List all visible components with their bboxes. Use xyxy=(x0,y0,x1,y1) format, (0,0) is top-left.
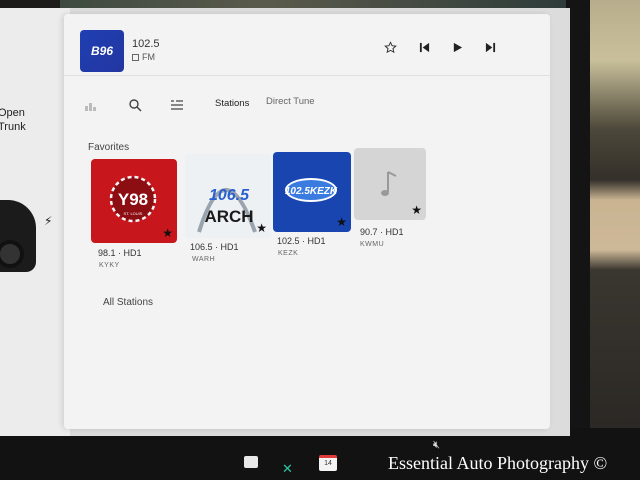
favorite-star-button[interactable] xyxy=(382,40,398,54)
favorite-star-icon[interactable]: ★ xyxy=(411,203,422,217)
watermark: Essential Auto Photography © xyxy=(388,453,608,473)
radio-source-icon xyxy=(132,53,139,61)
open-label: Open xyxy=(0,107,25,119)
play-button[interactable] xyxy=(449,40,465,54)
charge-icon[interactable]: ⚡ xyxy=(44,214,52,228)
trunk-label: Trunk xyxy=(0,121,26,133)
touchscreen: Open Trunk ⚡ B96 102.5 FM Stations Direc… xyxy=(0,8,570,436)
station-frequency: 102.5 · HD1 xyxy=(277,236,326,246)
source-bars-icon[interactable] xyxy=(84,98,100,114)
station-frequency: 90.7 · HD1 xyxy=(360,227,404,237)
star-outline-icon xyxy=(383,40,397,53)
svg-text:ARCH: ARCH xyxy=(204,207,253,226)
band-label: FM xyxy=(142,52,155,62)
favorite-star-icon[interactable]: ★ xyxy=(256,221,267,235)
station-call-sign: WARH xyxy=(192,256,216,263)
station-call-sign: KYKY xyxy=(99,262,120,269)
svg-text:Y98: Y98 xyxy=(118,190,148,209)
skip-previous-icon xyxy=(419,42,429,52)
station-call-sign: KEZK xyxy=(278,250,299,257)
favorite-station-tile[interactable]: ★ xyxy=(354,148,426,220)
favorite-star-icon[interactable]: ★ xyxy=(336,215,347,229)
svg-text:ST. LOUIS: ST. LOUIS xyxy=(124,211,143,216)
queue-list-icon[interactable] xyxy=(170,98,186,114)
now-playing-header: B96 102.5 FM xyxy=(64,14,550,76)
app-icon[interactable] xyxy=(244,456,258,468)
open-trunk-button[interactable]: Open Trunk xyxy=(0,106,26,134)
favorite-star-icon[interactable]: ★ xyxy=(162,226,173,240)
previous-button[interactable] xyxy=(416,40,432,54)
now-playing-logo: B96 xyxy=(80,30,124,72)
mute-icon[interactable]: 🔇︎ xyxy=(433,439,440,452)
tidal-icon[interactable]: ✕ xyxy=(282,461,293,477)
station-frequency: 98.1 · HD1 xyxy=(98,248,142,258)
favorite-station-tile[interactable]: 102.5KEZK ★ xyxy=(273,152,351,232)
play-icon xyxy=(453,42,462,52)
station-call-sign: KWMU xyxy=(360,241,385,248)
tab-stations[interactable]: Stations xyxy=(215,98,249,109)
radio-toolbar: Stations Direct Tune xyxy=(64,94,550,122)
favorite-station-tile[interactable]: 106.5 ARCH ★ xyxy=(185,154,271,238)
now-playing-band: FM xyxy=(132,52,155,62)
media-player-card: B96 102.5 FM Stations Direct Tune Favori… xyxy=(64,14,550,429)
favorites-heading: Favorites xyxy=(88,142,130,153)
skip-next-icon xyxy=(485,42,495,52)
search-icon[interactable] xyxy=(128,98,144,114)
favorite-station-tile[interactable]: Y98 ST. LOUIS ★ xyxy=(91,159,177,243)
next-button[interactable] xyxy=(482,40,498,54)
calendar-icon[interactable]: 14 xyxy=(319,455,337,471)
svg-text:102.5KEZK: 102.5KEZK xyxy=(285,186,338,197)
all-stations-heading: All Stations xyxy=(103,297,154,308)
station-frequency: 106.5 · HD1 xyxy=(190,242,239,252)
svg-text:106.5: 106.5 xyxy=(209,187,250,204)
tab-direct-tune[interactable]: Direct Tune xyxy=(266,96,315,107)
now-playing-frequency: 102.5 xyxy=(132,38,160,50)
vehicle-panel: Open Trunk ⚡ xyxy=(0,8,70,436)
